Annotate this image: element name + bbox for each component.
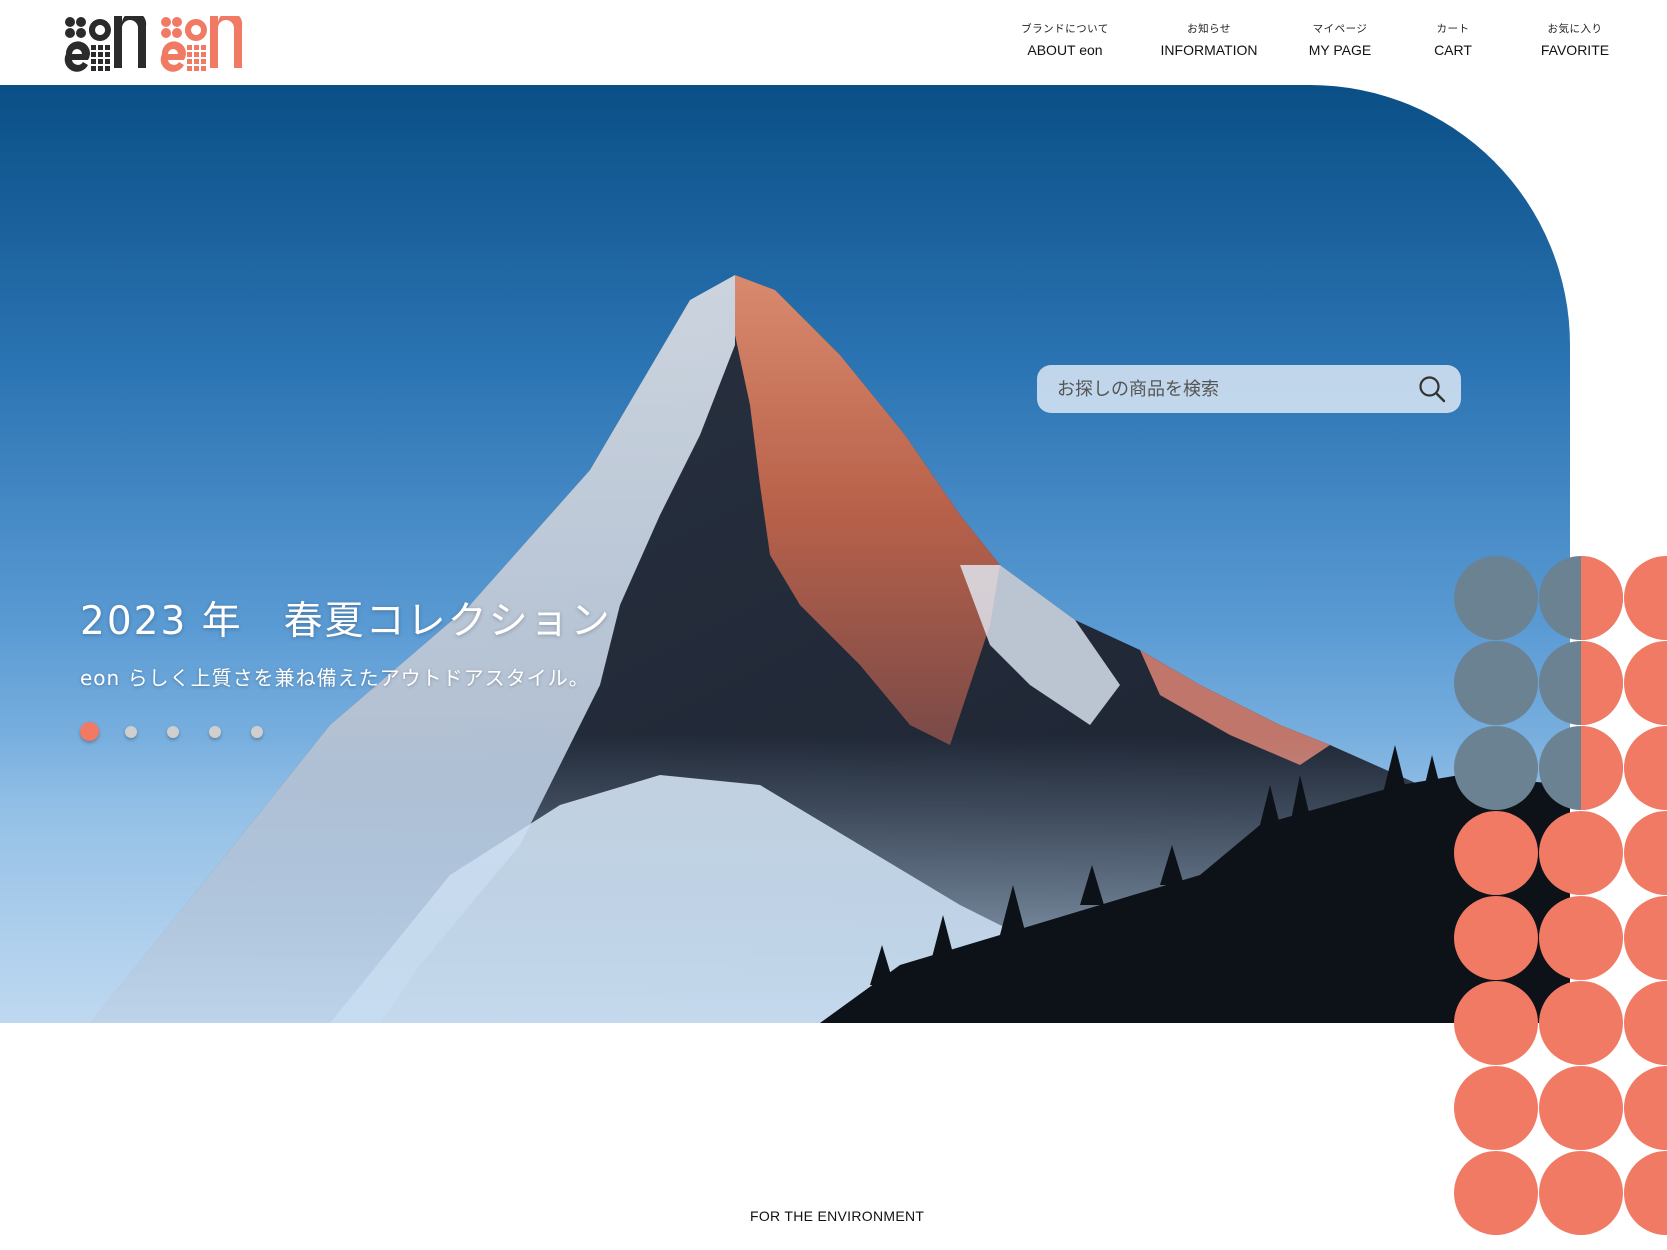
decor-circle <box>1454 1066 1538 1150</box>
slide-dot-4[interactable] <box>209 725 221 738</box>
nav-information-en: INFORMATION <box>1160 42 1258 58</box>
hero-subtitle: eon らしく上質さを兼ね備えたアウトドアスタイル。 <box>80 666 590 690</box>
decor-circle-half <box>1581 726 1623 810</box>
decor-circle <box>1539 811 1623 895</box>
decor-circle <box>1454 1151 1538 1235</box>
nav-cart[interactable]: カート CART <box>1413 22 1493 61</box>
decor-circle <box>1624 981 1667 1065</box>
decor-circle <box>1539 1066 1623 1150</box>
nav-my-page[interactable]: マイページ MY PAGE <box>1285 22 1395 61</box>
nav-my-page-jp: マイページ <box>1312 23 1368 35</box>
nav-about-en: ABOUT eon <box>1027 42 1103 58</box>
product-search-bar[interactable] <box>1037 365 1461 413</box>
site-header: ブランドについて ABOUT eon お知らせ INFORMATION マイペー… <box>0 0 1667 85</box>
decor-circle <box>1624 896 1667 980</box>
hero-mountain-image <box>0 275 1570 1023</box>
decor-circle-half <box>1581 641 1623 725</box>
search-input[interactable] <box>1055 377 1417 401</box>
decor-circle <box>1454 896 1538 980</box>
slide-dot-1[interactable] <box>80 722 99 741</box>
nav-favorite[interactable]: お気に入り FAVORITE <box>1527 22 1623 61</box>
nav-favorite-en: FAVORITE <box>1540 42 1610 58</box>
slide-dot-5[interactable] <box>251 725 263 738</box>
nav-information-jp: お知らせ <box>1187 23 1231 35</box>
decor-circle <box>1539 896 1623 980</box>
decor-circle <box>1539 1151 1623 1235</box>
nav-information[interactable]: お知らせ INFORMATION <box>1145 22 1273 61</box>
nav-about-jp: ブランドについて <box>1021 23 1109 35</box>
nav-favorite-jp: お気に入り <box>1547 23 1603 35</box>
slide-dot-2[interactable] <box>125 725 137 738</box>
nav-my-page-en: MY PAGE <box>1308 42 1372 58</box>
footer-tagline: FOR THE ENVIRONMENT <box>750 1208 925 1224</box>
decorative-circle-grid <box>1454 556 1667 1235</box>
decor-circle <box>1539 981 1623 1065</box>
slide-indicator <box>80 722 293 741</box>
decor-circle <box>1454 556 1538 640</box>
decor-circle <box>1624 726 1667 810</box>
nav-cart-jp: カート <box>1436 23 1470 35</box>
decor-circle <box>1624 1151 1667 1235</box>
logo-coral[interactable] <box>160 16 244 72</box>
decor-circle <box>1454 811 1538 895</box>
hero-title: 2023 年 春夏コレクション <box>80 599 612 644</box>
decor-circle <box>1624 811 1667 895</box>
nav-cart-en: CART <box>1434 42 1472 58</box>
decor-circle <box>1454 981 1538 1065</box>
logo-dark[interactable] <box>64 16 148 72</box>
decor-circle <box>1624 1066 1667 1150</box>
decor-circle <box>1624 641 1667 725</box>
slide-dot-3[interactable] <box>167 725 179 738</box>
nav-about[interactable]: ブランドについて ABOUT eon <box>1003 22 1127 61</box>
search-icon[interactable] <box>1417 374 1447 404</box>
decor-circle <box>1454 726 1538 810</box>
decor-circle <box>1624 556 1667 640</box>
page: ブランドについて ABOUT eon お知らせ INFORMATION マイペー… <box>0 0 1667 1250</box>
main-nav: ブランドについて ABOUT eon お知らせ INFORMATION マイペー… <box>1003 22 1623 61</box>
decor-circle-half <box>1581 556 1623 640</box>
decor-circle <box>1454 641 1538 725</box>
hero-banner: 2023 年 春夏コレクション eon らしく上質さを兼ね備えたアウトドアスタイ… <box>0 85 1570 1023</box>
